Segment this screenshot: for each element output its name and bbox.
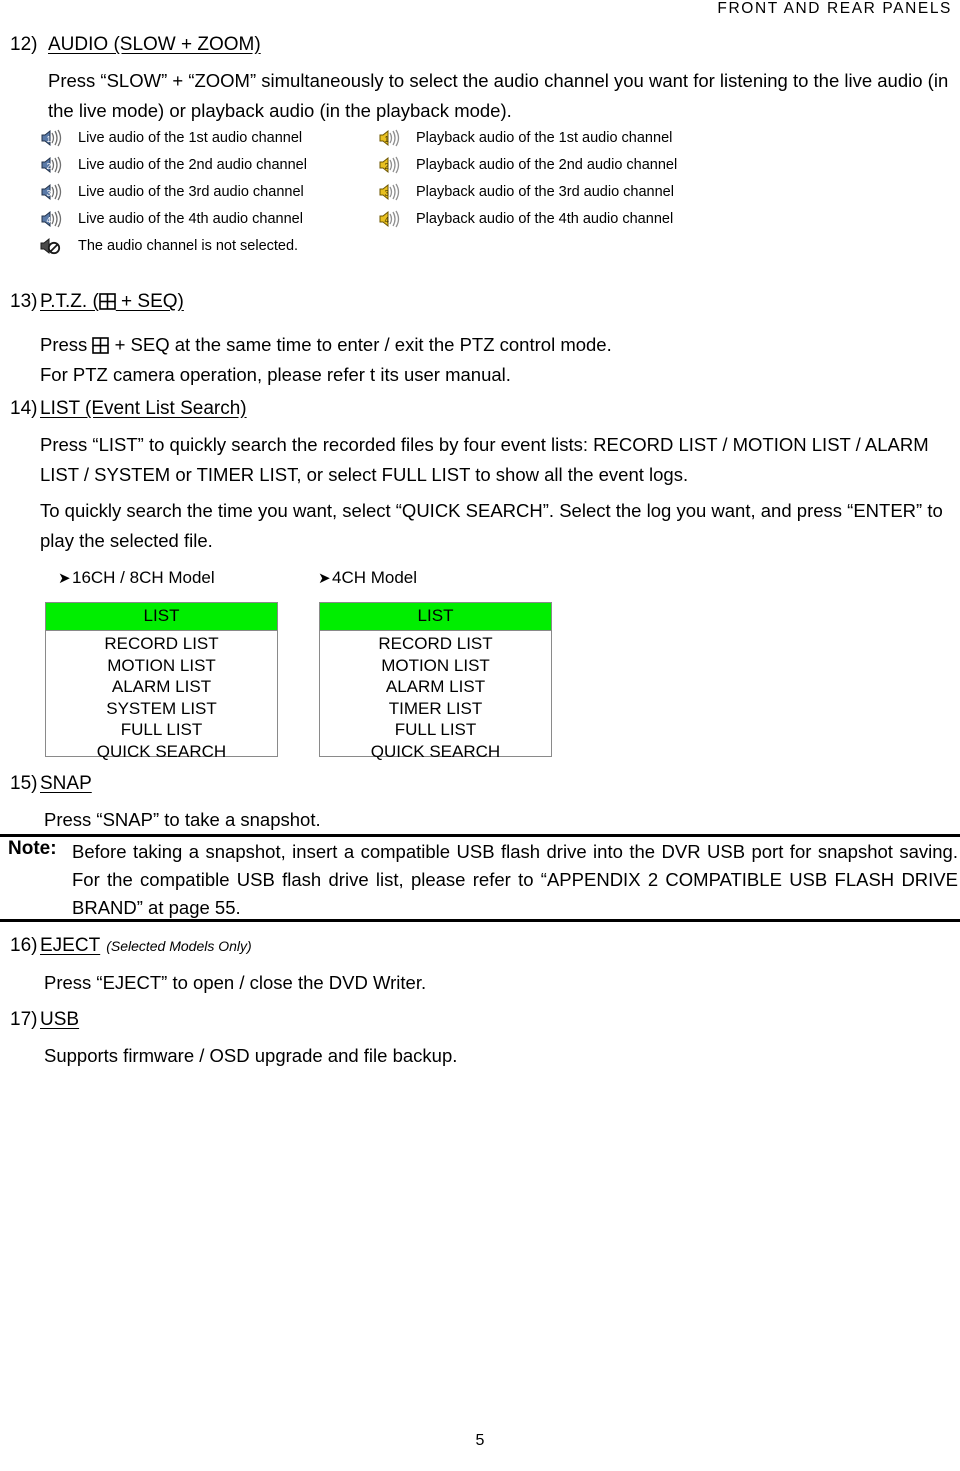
audio-legend-label: Playback audio of the 4th audio channel xyxy=(416,210,674,227)
speaker-muted-icon xyxy=(40,236,62,256)
speaker-playback-4-icon: 4 xyxy=(378,209,400,229)
list-table-body: RECORD LIST MOTION LIST ALARM LIST TIMER… xyxy=(320,631,551,766)
arrow-bullet-icon: ➤ xyxy=(318,570,331,587)
ptz-title-suffix: + SEQ) xyxy=(115,291,184,312)
section-title-ptz: P.T.Z. ( + SEQ) xyxy=(40,291,184,313)
svg-text:3: 3 xyxy=(47,189,52,198)
list-item[interactable]: FULL LIST xyxy=(320,719,551,741)
audio-legend-row: 4 Live audio of the 4th audio channel xyxy=(40,205,380,232)
svg-text:4: 4 xyxy=(385,216,390,225)
list-item[interactable]: SYSTEM LIST xyxy=(46,698,277,720)
list-item[interactable]: TIMER LIST xyxy=(320,698,551,720)
audio-legend-label: Live audio of the 2nd audio channel xyxy=(78,156,307,173)
audio-legend-row: 3 Playback audio of the 3rd audio channe… xyxy=(378,178,778,205)
audio-legend-playback-column: 1 Playback audio of the 1st audio channe… xyxy=(378,124,778,232)
note-label: Note: xyxy=(8,838,57,859)
quad-view-icon xyxy=(92,333,110,354)
audio-legend-row: 4 Playback audio of the 4th audio channe… xyxy=(378,205,778,232)
document-page: FRONT AND REAR PANELS 12) AUDIO (SLOW + … xyxy=(0,0,960,1471)
audio-legend-row: 2 Live audio of the 2nd audio channel xyxy=(40,151,380,178)
eject-paragraph: Press “EJECT” to open / close the DVD Wr… xyxy=(44,972,427,993)
section-title-list: LIST (Event List Search) xyxy=(40,398,247,419)
audio-legend-label: Playback audio of the 2nd audio channel xyxy=(416,156,678,173)
audio-legend-live-column: 1 Live audio of the 1st audio channel 2 … xyxy=(40,124,380,259)
speaker-playback-1-icon: 1 xyxy=(378,128,400,148)
model-label-text: 16CH / 8CH Model xyxy=(72,568,215,587)
audio-legend-label: Live audio of the 4th audio channel xyxy=(78,210,303,227)
speaker-playback-3-icon: 3 xyxy=(378,182,400,202)
svg-text:2: 2 xyxy=(385,162,390,171)
list-item[interactable]: ALARM LIST xyxy=(46,676,277,698)
list-paragraph-2: To quickly search the time you want, sel… xyxy=(40,500,943,551)
ptz-instruction-line-2: For PTZ camera operation, please refer t… xyxy=(40,364,511,385)
note-divider-top xyxy=(0,834,960,837)
list-item[interactable]: MOTION LIST xyxy=(320,655,551,677)
list-item[interactable]: MOTION LIST xyxy=(46,655,277,677)
speaker-live-3-icon: 3 xyxy=(40,182,62,202)
list-table-16ch-8ch: LIST RECORD LIST MOTION LIST ALARM LIST … xyxy=(45,602,278,761)
list-paragraph-1: Press “LIST” to quickly search the recor… xyxy=(40,434,929,485)
section-title-snap: SNAP xyxy=(40,773,92,794)
svg-text:2: 2 xyxy=(47,162,52,171)
section-number-snap: 15) xyxy=(10,773,38,794)
speaker-playback-2-icon: 2 xyxy=(378,155,400,175)
model-label-text: 4CH Model xyxy=(332,568,418,587)
audio-legend-row: The audio channel is not selected. xyxy=(40,232,380,259)
audio-legend-row: 3 Live audio of the 3rd audio channel xyxy=(40,178,380,205)
speaker-live-4-icon: 4 xyxy=(40,209,62,229)
model-label-4ch: ➤4CH Model xyxy=(318,568,417,588)
usb-paragraph: Supports firmware / OSD upgrade and file… xyxy=(44,1045,458,1066)
page-number: 5 xyxy=(475,1432,485,1449)
audio-legend-label: The audio channel is not selected. xyxy=(78,237,299,254)
eject-title-note: (Selected Models Only) xyxy=(106,938,252,954)
list-item[interactable]: RECORD LIST xyxy=(320,633,551,655)
list-item[interactable]: ALARM LIST xyxy=(320,676,551,698)
audio-paragraph: Press “SLOW” + “ZOOM” simultaneously to … xyxy=(48,70,949,121)
section-title-usb: USB xyxy=(40,1009,80,1030)
list-table-body: RECORD LIST MOTION LIST ALARM LIST SYSTE… xyxy=(46,631,277,766)
note-divider-bottom xyxy=(0,919,960,922)
list-item[interactable]: FULL LIST xyxy=(46,719,277,741)
quad-view-icon xyxy=(98,293,116,310)
arrow-bullet-icon: ➤ xyxy=(58,570,71,587)
list-table-header: LIST xyxy=(46,603,277,631)
audio-legend-row: 2 Playback audio of the 2nd audio channe… xyxy=(378,151,778,178)
audio-legend-label: Playback audio of the 1st audio channel xyxy=(416,129,673,146)
section-number-list: 14) xyxy=(10,398,38,419)
section-number-audio: 12) xyxy=(10,34,38,55)
section-number-eject: 16) xyxy=(10,935,38,956)
audio-legend-label: Live audio of the 3rd audio channel xyxy=(78,183,304,200)
eject-title-text: EJECT xyxy=(40,935,101,956)
speaker-live-2-icon: 2 xyxy=(40,155,62,175)
ptz-title-prefix: P.T.Z. ( xyxy=(40,291,99,312)
list-table-4ch: LIST RECORD LIST MOTION LIST ALARM LIST … xyxy=(319,602,552,761)
list-item[interactable]: RECORD LIST xyxy=(46,633,277,655)
ptz-instruction-text: + SEQ at the same time to enter / exit t… xyxy=(114,334,612,355)
list-table-header: LIST xyxy=(320,603,551,631)
ptz-press-label: Press xyxy=(40,334,88,355)
section-title-eject: EJECT (Selected Models Only) xyxy=(40,935,252,957)
running-header: FRONT AND REAR PANELS xyxy=(717,0,952,17)
svg-text:1: 1 xyxy=(385,135,390,144)
svg-text:4: 4 xyxy=(47,216,52,225)
ptz-instruction-line-1: Press + SEQ at the same time to enter / … xyxy=(40,330,940,360)
audio-legend-row: 1 Playback audio of the 1st audio channe… xyxy=(378,124,778,151)
model-label-16ch-8ch: ➤16CH / 8CH Model xyxy=(58,568,215,588)
speaker-live-1-icon: 1 xyxy=(40,128,62,148)
audio-legend-label: Playback audio of the 3rd audio channel xyxy=(416,183,674,200)
section-number-ptz: 13) xyxy=(10,291,38,312)
section-title-audio: AUDIO (SLOW + ZOOM) xyxy=(48,34,261,55)
svg-text:3: 3 xyxy=(385,189,390,198)
note-text: Before taking a snapshot, insert a compa… xyxy=(72,841,958,918)
section-number-usb: 17) xyxy=(10,1009,38,1030)
list-item[interactable]: QUICK SEARCH xyxy=(320,741,551,763)
svg-text:1: 1 xyxy=(47,135,52,144)
snap-paragraph: Press “SNAP” to take a snapshot. xyxy=(44,809,321,830)
audio-legend-row: 1 Live audio of the 1st audio channel xyxy=(40,124,380,151)
audio-legend-label: Live audio of the 1st audio channel xyxy=(78,129,303,146)
list-item[interactable]: QUICK SEARCH xyxy=(46,741,277,763)
